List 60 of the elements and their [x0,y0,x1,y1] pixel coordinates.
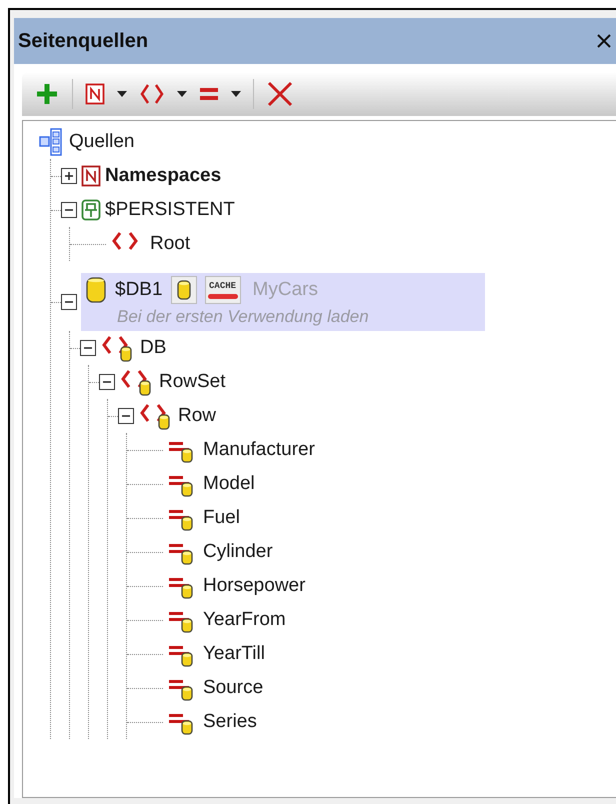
namespace-icon [81,165,101,187]
tree-item-label: Quellen [69,130,134,154]
tree-item-label: Series [203,710,257,734]
tree-item-label: YearFrom [203,608,286,632]
dropdown-arrow-icon[interactable] [177,91,187,97]
tree-item[interactable]: DB [100,331,174,365]
dropdown-arrow-icon[interactable] [117,91,127,97]
tree-item[interactable]: Row [138,399,224,433]
tree-item-label: Model [203,472,255,496]
tree-structure-icon [37,127,65,157]
close-icon[interactable] [596,33,612,49]
tree-item[interactable]: Quellen [37,125,142,159]
collapse-toggle[interactable] [61,202,77,218]
tree-item-label: Fuel [203,506,240,530]
tree-item-label: Horsepower [203,574,306,598]
collapse-toggle[interactable] [61,294,77,310]
tree-item-label: Cylinder [203,540,273,564]
tree-item[interactable]: Model [167,467,263,501]
tree-item[interactable]: Root [110,227,198,261]
tree-item[interactable]: $PERSISTENT [81,193,243,227]
collapse-toggle[interactable] [80,340,96,356]
panel-title: Seitenquellen [18,29,148,54]
braces-icon[interactable] [139,82,165,106]
data-source-name: $DB1 [115,278,163,302]
tree-item[interactable]: Fuel [167,501,248,535]
tree-item[interactable]: Source [167,671,272,705]
tree-item[interactable]: Cylinder [167,535,281,569]
namespace-icon[interactable] [85,83,105,105]
collapse-toggle[interactable] [118,408,134,424]
selected-tree-item[interactable]: $DB1 CACHE MyCars Bei der ersten Verwendung laden [81,273,485,331]
tree-item-label: $PERSISTENT [105,198,235,222]
tree-item-label: Row [178,404,216,428]
tree-item[interactable]: YearFrom [167,603,294,637]
collapse-toggle[interactable] [99,374,115,390]
equals-icon[interactable] [199,86,219,102]
dropdown-arrow-icon[interactable] [231,91,241,97]
tree-item-label: Manufacturer [203,438,315,462]
tree-item[interactable]: YearTill [167,637,273,671]
delete-icon[interactable] [266,80,294,108]
database-button[interactable] [170,276,197,304]
load-note: Bei der ersten Verwendung laden [116,306,369,328]
tree-item[interactable]: Horsepower [167,569,314,603]
pin-icon [81,199,101,221]
tree-item-label: Source [203,676,264,700]
tree-item-label: Namespaces [105,164,222,188]
database-icon [176,279,192,301]
plus-icon [64,171,74,181]
expand-toggle[interactable] [61,168,77,184]
add-icon[interactable] [34,81,60,107]
tree-item[interactable]: Namespaces [81,159,230,193]
source-file-name: MyCars [252,278,318,302]
cache-button[interactable]: CACHE [204,276,241,304]
database-icon [85,276,107,304]
tree-item-label: RowSet [159,370,226,394]
tree-item-label: YearTill [203,642,265,666]
tree-item[interactable]: Manufacturer [167,433,323,467]
tree-item[interactable]: RowSet [119,365,234,399]
tree-item-label: DB [140,336,166,360]
tree-item[interactable]: Series [167,705,265,739]
tree-item-label: Root [150,232,190,256]
